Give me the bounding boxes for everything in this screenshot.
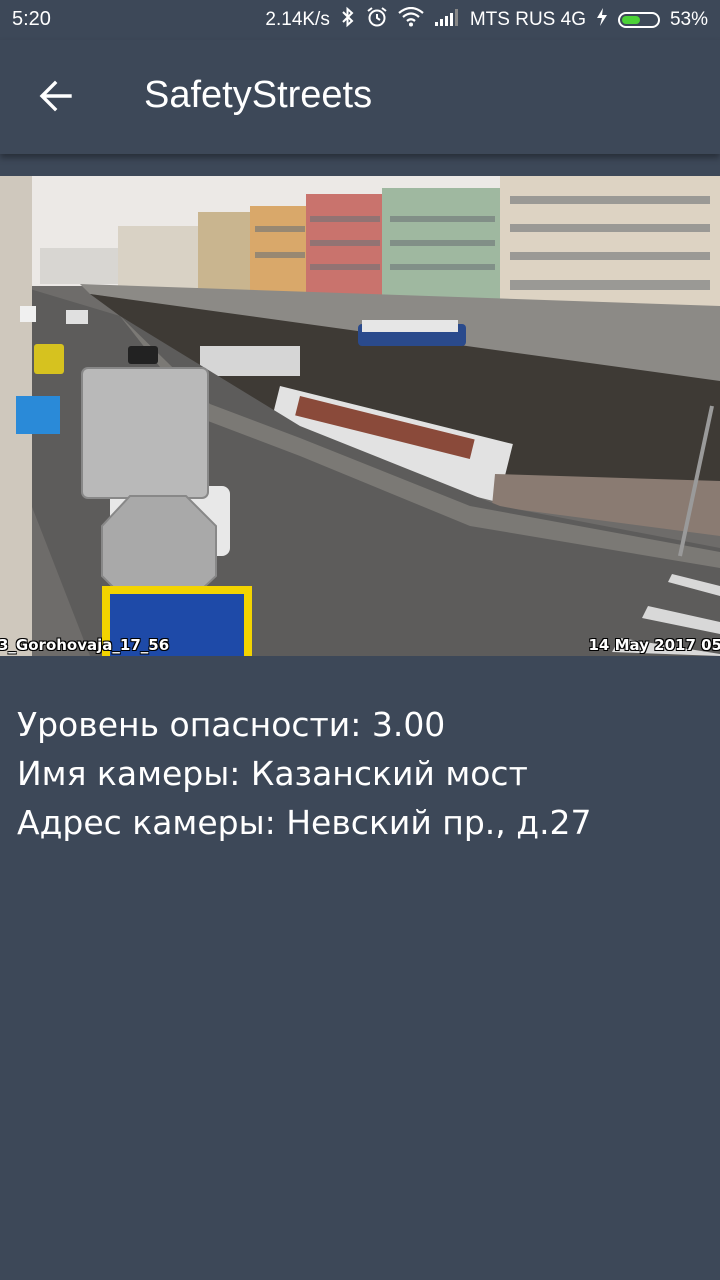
status-right-group: 2.14K/s MTS RUS 4G 53% — [255, 6, 708, 34]
camera-scene — [0, 176, 720, 656]
battery-percent: 53% — [669, 9, 708, 30]
camera-overlay-id: 3_Gorohovaja_17_56 — [0, 636, 170, 654]
alarm-icon — [366, 6, 388, 34]
app-bar: SafetyStreets — [0, 40, 720, 154]
battery-cell — [617, 12, 660, 28]
signal-icon — [434, 7, 460, 33]
wifi-icon — [398, 6, 424, 33]
bluetooth-icon — [340, 6, 356, 34]
status-bar: 5:20 2.14K/s MTS RUS 4G 53% — [0, 0, 720, 40]
camera-info: Уровень опасности: 3.00 Имя камеры: Каза… — [17, 700, 592, 847]
camera-name-text: Имя камеры: Казанский мост — [17, 754, 528, 793]
back-button[interactable] — [26, 66, 86, 126]
camera-image: 3_Gorohovaja_17_56 14 May 2017 05 — [0, 176, 720, 656]
status-time: 5:20 — [12, 8, 51, 30]
battery-icon — [617, 12, 660, 28]
camera-overlay-timestamp: 14 May 2017 05 — [588, 636, 720, 654]
danger-level-text: Уровень опасности: 3.00 — [17, 705, 446, 744]
battery-fill — [621, 16, 640, 24]
carrier-name: MTS RUS 4G — [469, 9, 586, 30]
page-title: SafetyStreets — [144, 74, 373, 116]
charging-icon — [596, 7, 608, 33]
net-speed: 2.14K/s — [265, 9, 330, 30]
camera-address-text: Адрес камеры: Невский пр., д.27 — [17, 803, 592, 842]
arrow-left-icon — [39, 80, 72, 112]
